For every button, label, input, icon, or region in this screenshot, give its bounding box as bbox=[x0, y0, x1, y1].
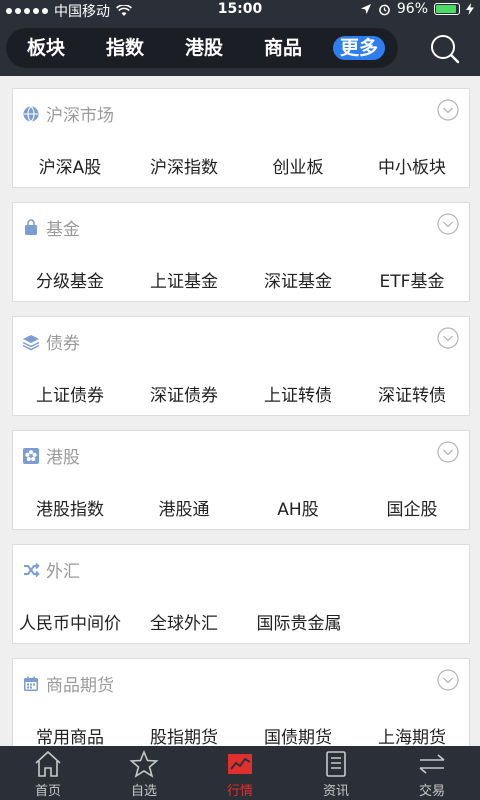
layers-icon bbox=[22, 334, 40, 350]
hk-flower-icon bbox=[23, 447, 39, 464]
tab-ganggu[interactable]: 港股 bbox=[178, 36, 230, 60]
item-rmb-central-parity[interactable]: 人民币中间价 bbox=[1, 609, 139, 634]
search-icon[interactable] bbox=[430, 34, 460, 64]
item-chinext[interactable]: 创业板 bbox=[241, 153, 355, 178]
market-top-nav: 板块 指数 港股 商品 更多 bbox=[0, 20, 480, 76]
section-title: 债券 bbox=[46, 334, 80, 354]
section-title: 港股 bbox=[46, 448, 80, 468]
item-hushen-index[interactable]: 沪深指数 bbox=[127, 153, 241, 178]
star-icon bbox=[129, 750, 159, 778]
section-title: 基金 bbox=[46, 220, 80, 240]
status-bar: 中国移动 15:00 96% bbox=[0, 0, 480, 20]
chevron-down-icon[interactable] bbox=[437, 99, 459, 121]
item-etf-fund[interactable]: ETF基金 bbox=[355, 267, 469, 292]
category-tab-group: 板块 指数 港股 商品 更多 bbox=[6, 28, 398, 68]
section-fund: 基金 分级基金 上证基金 深证基金 ETF基金 bbox=[12, 202, 470, 302]
charging-bolt-icon bbox=[466, 3, 474, 15]
section-title: 沪深市场 bbox=[46, 106, 114, 126]
item-shanghai-futures[interactable]: 上海期货 bbox=[355, 723, 469, 746]
item-sz-bond[interactable]: 深证债券 bbox=[127, 381, 241, 406]
item-treasury-futures[interactable]: 国债期货 bbox=[241, 723, 355, 746]
section-title: 商品期货 bbox=[46, 676, 114, 696]
chart-icon bbox=[228, 754, 252, 774]
item-h-shares[interactable]: 国企股 bbox=[355, 495, 469, 520]
section-header[interactable]: 外汇 bbox=[22, 557, 80, 582]
chevron-down-icon[interactable] bbox=[437, 669, 459, 691]
item-sh-convertible[interactable]: 上证转债 bbox=[241, 381, 355, 406]
section-header[interactable]: 港股 bbox=[22, 443, 80, 468]
tab-trade[interactable]: 交易 bbox=[384, 750, 480, 799]
section-header[interactable]: 沪深市场 bbox=[22, 101, 114, 126]
item-precious-metals[interactable]: 国际贵金属 bbox=[241, 609, 357, 634]
section-title: 外汇 bbox=[46, 562, 80, 582]
tab-home[interactable]: 首页 bbox=[0, 750, 96, 799]
globe-icon bbox=[23, 105, 39, 122]
item-sh-bond[interactable]: 上证债券 bbox=[13, 381, 127, 406]
tab-zhishu[interactable]: 指数 bbox=[99, 36, 151, 60]
item-hk-connect[interactable]: 港股通 bbox=[127, 495, 241, 520]
tab-shangpin[interactable]: 商品 bbox=[257, 36, 309, 60]
item-sz-convertible[interactable]: 深证转债 bbox=[355, 381, 469, 406]
battery-percent: 96% bbox=[396, 1, 428, 17]
section-header[interactable]: 债券 bbox=[22, 329, 80, 354]
item-graded-fund[interactable]: 分级基金 bbox=[13, 267, 127, 292]
section-header[interactable]: 商品期货 bbox=[22, 671, 114, 696]
tab-watchlist[interactable]: 自选 bbox=[96, 750, 192, 799]
fund-bag-icon bbox=[25, 218, 37, 235]
tab-label: 自选 bbox=[130, 784, 157, 799]
market-sections: 沪深市场 沪深A股 沪深指数 创业板 中小板块 基金 分级基金 上证基金 深证基… bbox=[0, 76, 480, 746]
section-hushen-market: 沪深市场 沪深A股 沪深指数 创业板 中小板块 bbox=[12, 88, 470, 188]
location-icon bbox=[360, 4, 371, 14]
item-common-commodities[interactable]: 常用商品 bbox=[13, 723, 127, 746]
section-header[interactable]: 基金 bbox=[22, 215, 80, 240]
item-ah-shares[interactable]: AH股 bbox=[241, 495, 355, 520]
chevron-down-icon[interactable] bbox=[437, 441, 459, 463]
chevron-down-icon[interactable] bbox=[437, 213, 459, 235]
chevron-down-icon[interactable] bbox=[437, 327, 459, 349]
tab-gengduo[interactable]: 更多 bbox=[333, 36, 385, 60]
bottom-tab-bar: 首页 自选 行情 资讯 交易 bbox=[0, 746, 480, 800]
section-forex: 外汇 人民币中间价 全球外汇 国际贵金属 bbox=[12, 544, 470, 644]
item-hushen-a[interactable]: 沪深A股 bbox=[13, 153, 127, 178]
news-icon bbox=[326, 751, 346, 777]
tab-label: 交易 bbox=[418, 784, 445, 799]
item-hk-index[interactable]: 港股指数 bbox=[13, 495, 127, 520]
alarm-icon bbox=[379, 4, 390, 15]
section-commodity-futures: 商品期货 常用商品 股指期货 国债期货 上海期货 bbox=[12, 658, 470, 746]
trade-icon bbox=[419, 754, 445, 774]
tab-news[interactable]: 资讯 bbox=[288, 750, 384, 799]
battery-icon bbox=[434, 3, 460, 15]
section-bond: 债券 上证债券 深证债券 上证转债 深证转债 bbox=[12, 316, 470, 416]
tab-bankuai[interactable]: 板块 bbox=[20, 36, 72, 60]
tab-label: 资讯 bbox=[322, 784, 349, 799]
item-global-forex[interactable]: 全球外汇 bbox=[127, 609, 241, 634]
home-icon bbox=[35, 750, 61, 777]
calendar-icon bbox=[24, 676, 38, 691]
item-sh-fund[interactable]: 上证基金 bbox=[127, 267, 241, 292]
tab-market[interactable]: 行情 bbox=[192, 750, 288, 799]
battery-level-fill bbox=[436, 5, 456, 13]
item-sz-fund[interactable]: 深证基金 bbox=[241, 267, 355, 292]
tab-label: 行情 bbox=[226, 784, 253, 799]
section-hk-stocks: 港股 港股指数 港股通 AH股 国企股 bbox=[12, 430, 470, 530]
exchange-icon bbox=[24, 562, 40, 577]
item-index-futures[interactable]: 股指期货 bbox=[127, 723, 241, 746]
item-sme-board[interactable]: 中小板块 bbox=[355, 153, 469, 178]
tab-label: 首页 bbox=[34, 784, 61, 799]
